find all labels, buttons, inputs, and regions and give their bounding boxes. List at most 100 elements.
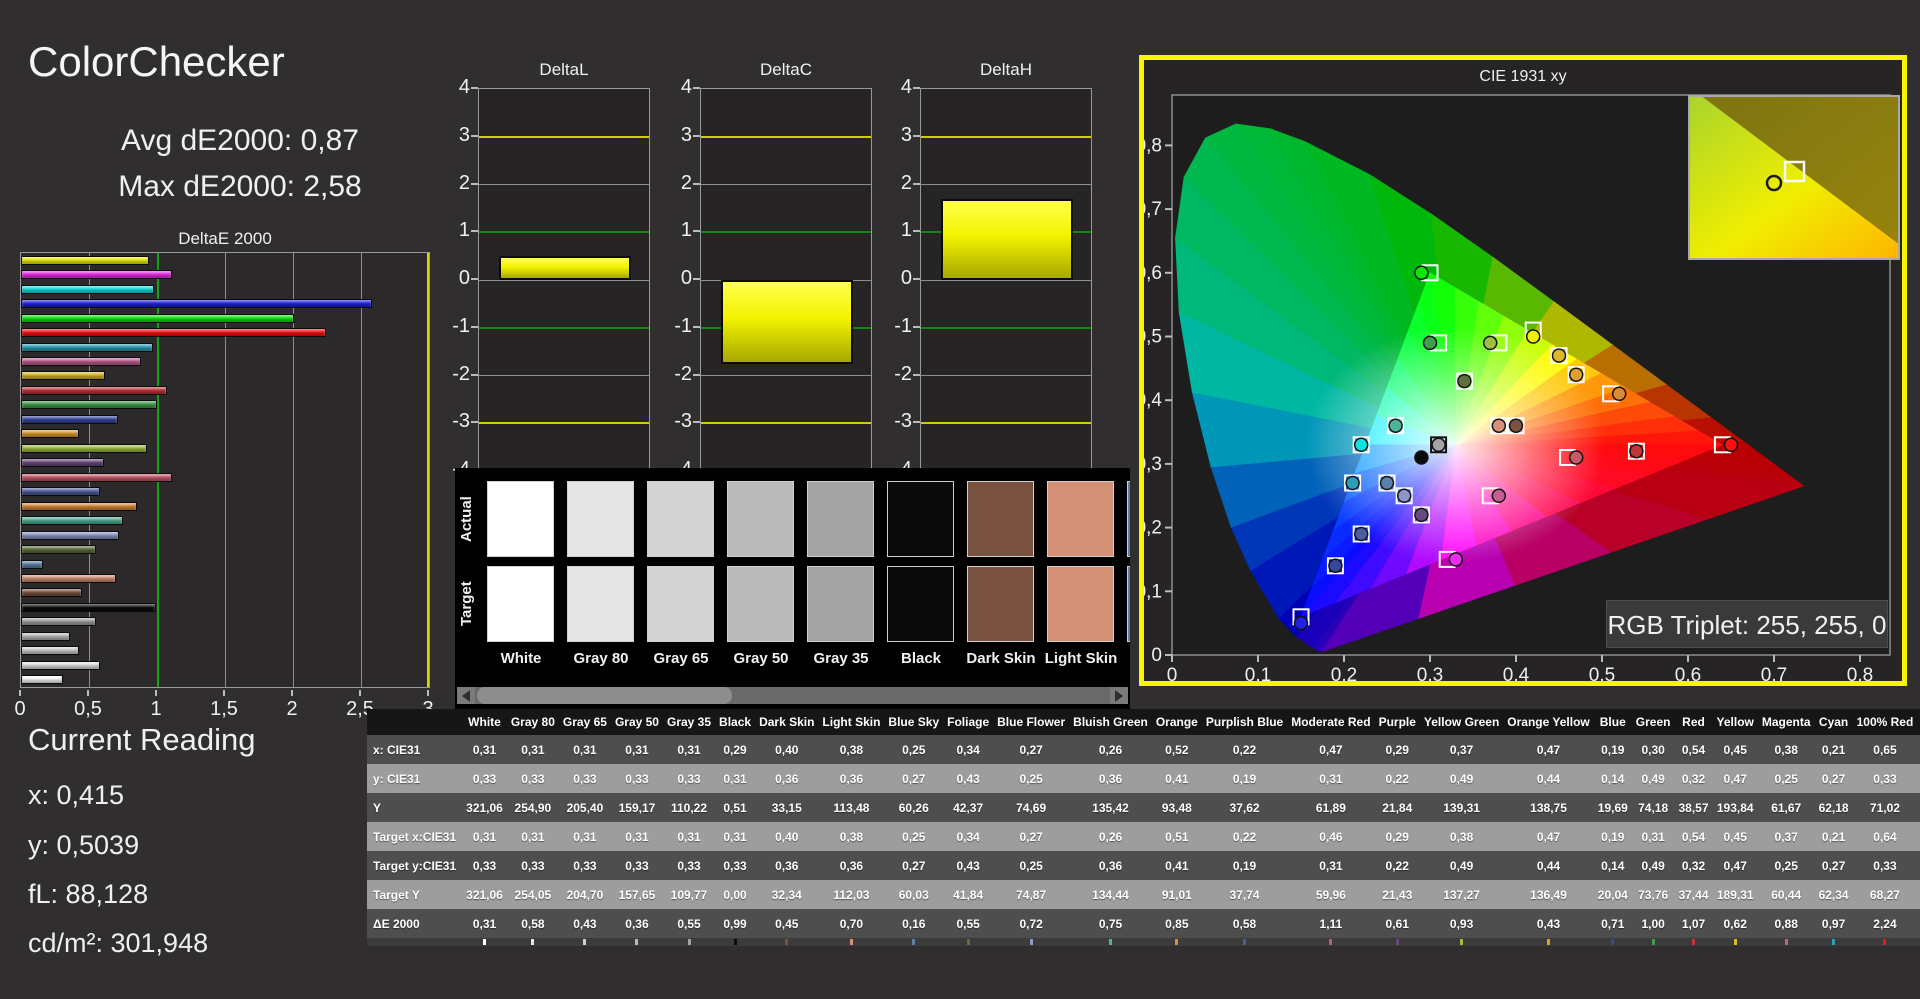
cell-target-y-cie31-orange-yellow: 0,44 [1503,851,1594,880]
chip-cell-red [1674,938,1713,946]
cell-target-x-cie31-purplish-blue: 0,22 [1201,822,1288,851]
de2000-bar-cyan [21,342,153,352]
swatch-target-light-skin[interactable] [1047,566,1114,642]
cie-measured-gray-35 [1431,437,1446,453]
swatch-label-light-skin: Light Skin [1044,650,1118,667]
swatch-target-dark-skin[interactable] [967,566,1034,642]
cell-y-cie31-orange-yellow: 0,44 [1503,764,1594,793]
delta-gridline [701,375,871,376]
delta-y-tick-label: -1 [894,314,912,337]
cell-target-y-orange: 91,01 [1151,880,1202,909]
chip-cell-blue [1593,938,1632,946]
swatch-target-gray-80[interactable] [567,566,634,642]
cie-measured-magenta [1491,488,1507,504]
swatch-actual-black[interactable] [887,481,954,557]
delta-y-tick-label: 0 [680,267,692,289]
cell-target-y-magenta: 60,44 [1757,880,1815,909]
col-header-blue: Blue [1593,709,1632,735]
cell--e-2000-gray-65: 0,43 [558,909,611,938]
cell-x-cie31-purple: 0,29 [1374,735,1420,764]
swatch-scrollbar-thumb[interactable] [477,687,732,704]
swatch-target-white[interactable] [487,566,554,642]
cell-x-cie31-bluish-green: 0,26 [1069,735,1152,764]
swatch-actual-gray-80[interactable] [567,481,634,557]
rgb-triplet-readout: RGB Triplet: 255, 255, 0 [1606,600,1888,648]
delta-y-tick [471,421,478,424]
cell-x-cie31-orange: 0,52 [1151,735,1202,764]
cell-target-y-light-skin: 112,03 [818,880,885,909]
cie-measured-100-blue [1293,615,1309,631]
cell-target-y-moderate-red: 59,96 [1287,880,1375,909]
swatch-actual-light-skin[interactable] [1047,481,1114,557]
cell-target-y-cie31-orange: 0,41 [1151,851,1202,880]
swatch-target-gray-50[interactable] [727,566,794,642]
swatch-actual-gray-65[interactable] [647,481,714,557]
cell-target-y-orange-yellow: 136,49 [1503,880,1594,909]
delta-gridline [701,422,871,425]
chip-cell-moderate-red [1287,938,1375,946]
patch-color-chip [1883,939,1887,945]
cell--e-2000-black: 0,99 [715,909,756,938]
delta-y-tick-label: 1 [900,219,912,242]
cell-target-y-cie31-magenta: 0,25 [1757,851,1815,880]
swatch-target-gray-35[interactable] [807,566,874,642]
cell-x-cie31-black: 0,29 [715,735,756,764]
cell-y-gray-50: 159,17 [610,793,663,822]
actual-row-label: Actual [458,496,475,542]
cell-x-cie31-moderate-red: 0,47 [1287,735,1375,764]
swatch-actual-white[interactable] [487,481,554,557]
patch-color-chip [733,939,737,945]
patch-color-chip [1329,939,1333,945]
delta-y-tick [693,325,700,328]
patch-color-chip [1832,939,1836,945]
row-header-target-x-cie31: Target x:CIE31 [367,822,463,851]
swatch-actual-dark-skin[interactable] [967,481,1034,557]
measurement-table: White Gray 80 Gray 65 Gray 50 Gray 35 Black Da… [367,709,1920,946]
scroll-left-button[interactable] [457,687,475,704]
cell-target-y-blue: 20,04 [1593,880,1632,909]
de2000-x-tick [291,690,293,696]
swatch-actual-gray-35[interactable] [807,481,874,557]
cell-target-y-black: 0,00 [715,880,756,909]
target-row-label: Target [458,581,475,627]
swatch-actual-blue-sky[interactable] [1127,481,1130,557]
swatch-target-blue-sky[interactable] [1127,566,1130,642]
cell--e-2000-white: 0,31 [462,909,507,938]
cell-target-x-cie31-bluish-green: 0,26 [1069,822,1152,851]
delta-chart-deltal [478,88,650,472]
chip-cell-gray-65 [558,938,611,946]
cie-measured-yellow-green [1482,335,1498,351]
patch-color-chip [635,939,639,945]
col-header-yellow-green: Yellow Green [1419,709,1504,735]
patch-color-chip [1692,939,1695,945]
col-header-bluish-green: Bluish Green [1069,709,1152,735]
cell-target-y-yellow: 189,31 [1712,880,1758,909]
delta-y-tick-label: 2 [458,171,470,194]
de2000-bar-foliage [21,545,96,555]
cell-y-cie31-purplish-blue: 0,19 [1201,764,1288,793]
svg-text:0,4: 0,4 [1144,390,1162,411]
col-header-light-skin: Light Skin [818,709,885,735]
cell-target-x-cie31-green: 0,31 [1631,822,1675,851]
patch-color-chip [912,939,916,945]
svg-text:0: 0 [1167,665,1178,681]
col-header-moderate-red: Moderate Red [1287,709,1375,735]
cell-y-cie31-gray-50: 0,33 [610,764,663,793]
swatch-target-gray-65[interactable] [647,566,714,642]
cell-target-y-cie31-gray-65: 0,33 [558,851,611,880]
delta-bar-deltac [721,280,853,364]
patch-color-chip [1784,939,1788,945]
cie-measured-purplish-blue [1353,526,1369,542]
cell-x-cie31-cyan: 0,21 [1814,735,1853,764]
delta-gridline [921,135,1091,138]
scroll-right-button[interactable] [1110,687,1128,704]
swatch-target-black[interactable] [887,566,954,642]
delta-y-tick [913,87,920,89]
cell-x-cie31-light-skin: 0,38 [818,735,885,764]
chip-cell-foliage [943,938,994,946]
swatch-actual-gray-50[interactable] [727,481,794,557]
cell-target-x-cie31-gray-50: 0,31 [610,822,663,851]
cell-target-x-cie31-moderate-red: 0,46 [1287,822,1375,851]
delta-gridline [479,326,649,329]
cell-y-cie31-100-red: 0,33 [1852,764,1918,793]
